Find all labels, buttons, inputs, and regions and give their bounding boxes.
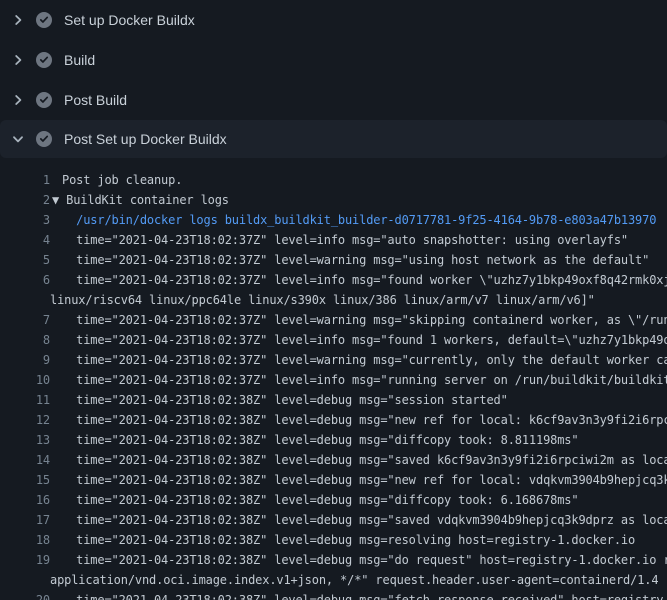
check-circle-icon [36, 52, 52, 68]
log-line[interactable]: 8 time="2021-04-23T18:02:37Z" level=info… [0, 330, 667, 350]
log-line-number[interactable]: 7 [0, 310, 50, 330]
log-line-number[interactable]: 5 [0, 250, 50, 270]
log-line[interactable]: 16 time="2021-04-23T18:02:38Z" level=deb… [0, 490, 667, 510]
check-circle-icon [36, 92, 52, 108]
log-line[interactable]: 11 time="2021-04-23T18:02:38Z" level=deb… [0, 390, 667, 410]
log-line[interactable]: 19 time="2021-04-23T18:02:38Z" level=deb… [0, 550, 667, 570]
step-row-build[interactable]: Build [0, 40, 667, 80]
log-line[interactable]: 15 time="2021-04-23T18:02:38Z" level=deb… [0, 470, 667, 490]
log-line-text: time="2021-04-23T18:02:37Z" level=info m… [62, 270, 667, 290]
log-line-number[interactable] [0, 290, 50, 310]
log-line[interactable]: 7 time="2021-04-23T18:02:37Z" level=warn… [0, 310, 667, 330]
chevron-down-icon[interactable] [10, 131, 26, 147]
chevron-right-icon[interactable] [10, 52, 26, 68]
log-line-text: time="2021-04-23T18:02:38Z" level=debug … [62, 450, 667, 470]
log-line[interactable]: 12 time="2021-04-23T18:02:38Z" level=deb… [0, 410, 667, 430]
log-line-number[interactable]: 3 [0, 210, 50, 230]
step-label: Post Set up Docker Buildx [64, 131, 227, 147]
log-line-number[interactable]: 4 [0, 230, 50, 250]
log-line-number[interactable]: 8 [0, 330, 50, 350]
log-line-number[interactable]: 12 [0, 410, 50, 430]
log-line-number[interactable]: 18 [0, 530, 50, 550]
check-circle-icon [36, 12, 52, 28]
log-line[interactable]: 18 time="2021-04-23T18:02:38Z" level=deb… [0, 530, 667, 550]
log-line-number[interactable]: 14 [0, 450, 50, 470]
step-row-set-up-docker-buildx[interactable]: Set up Docker Buildx [0, 0, 667, 40]
step-label: Set up Docker Buildx [64, 12, 195, 28]
log-line-text: time="2021-04-23T18:02:38Z" level=debug … [62, 530, 635, 550]
log-line-text: linux/riscv64 linux/ppc64le linux/s390x … [50, 290, 595, 310]
log-line[interactable]: 5 time="2021-04-23T18:02:37Z" level=warn… [0, 250, 667, 270]
chevron-right-icon[interactable] [10, 12, 26, 28]
log-line[interactable]: 17 time="2021-04-23T18:02:38Z" level=deb… [0, 510, 667, 530]
chevron-right-icon[interactable] [10, 92, 26, 108]
log-line-text: time="2021-04-23T18:02:38Z" level=debug … [62, 470, 667, 490]
log-line-number[interactable]: 17 [0, 510, 50, 530]
log-line-text: time="2021-04-23T18:02:37Z" level=warnin… [62, 250, 649, 270]
log-line-number[interactable]: 13 [0, 430, 50, 450]
log-line-text: time="2021-04-23T18:02:37Z" level=info m… [62, 330, 667, 350]
log-viewer: 1 Post job cleanup. 2 ▼ BuildKit contain… [0, 158, 667, 600]
log-line-number[interactable]: 15 [0, 470, 50, 490]
step-row-post-set-up-docker-buildx[interactable]: Post Set up Docker Buildx [0, 120, 667, 158]
log-line-text: time="2021-04-23T18:02:38Z" level=debug … [62, 550, 667, 570]
log-line-text: time="2021-04-23T18:02:37Z" level=info m… [62, 230, 628, 250]
check-circle-icon [36, 131, 52, 147]
log-line-text: time="2021-04-23T18:02:38Z" level=debug … [62, 490, 578, 510]
step-row-post-build[interactable]: Post Build [0, 80, 667, 120]
log-line-number[interactable]: 11 [0, 390, 50, 410]
log-line-number[interactable]: 20 [0, 590, 50, 600]
log-line-text: time="2021-04-23T18:02:38Z" level=debug … [62, 410, 667, 430]
log-line[interactable]: 13 time="2021-04-23T18:02:38Z" level=deb… [0, 430, 667, 450]
step-label: Build [64, 52, 95, 68]
log-group-header[interactable]: 2 ▼ BuildKit container logs [0, 190, 667, 210]
log-line-text: application/vnd.oci.image.index.v1+json,… [50, 570, 658, 590]
log-line-text: time="2021-04-23T18:02:38Z" level=debug … [62, 590, 667, 600]
log-line-text: time="2021-04-23T18:02:37Z" level=warnin… [62, 310, 667, 330]
log-line-text: time="2021-04-23T18:02:37Z" level=info m… [62, 370, 667, 390]
log-line-text: time="2021-04-23T18:02:37Z" level=warnin… [62, 350, 667, 370]
log-line[interactable]: 10 time="2021-04-23T18:02:37Z" level=inf… [0, 370, 667, 390]
log-line[interactable]: 6 time="2021-04-23T18:02:37Z" level=info… [0, 270, 667, 290]
step-label: Post Build [64, 92, 127, 108]
log-line[interactable]: 4 time="2021-04-23T18:02:37Z" level=info… [0, 230, 667, 250]
log-line[interactable]: 14 time="2021-04-23T18:02:38Z" level=deb… [0, 450, 667, 470]
log-line-number[interactable]: 2 [0, 190, 50, 210]
log-line-number[interactable]: 1 [0, 170, 50, 190]
log-line-number[interactable]: 19 [0, 550, 50, 570]
log-line-number[interactable]: 6 [0, 270, 50, 290]
log-line-wrap-continuation[interactable]: application/vnd.oci.image.index.v1+json,… [0, 570, 667, 590]
job-steps-list: Set up Docker Buildx Build P [0, 0, 667, 158]
log-line-number[interactable]: 16 [0, 490, 50, 510]
log-line-text: Post job cleanup. [62, 170, 182, 190]
log-line-number[interactable]: 9 [0, 350, 50, 370]
log-line[interactable]: 20 time="2021-04-23T18:02:38Z" level=deb… [0, 590, 667, 600]
log-line-command[interactable]: 3 /usr/bin/docker logs buildx_buildkit_b… [0, 210, 667, 230]
log-line-number[interactable]: 10 [0, 370, 50, 390]
log-line-text: time="2021-04-23T18:02:38Z" level=debug … [62, 390, 508, 410]
log-line[interactable]: 1 Post job cleanup. [0, 170, 667, 190]
log-line-text: time="2021-04-23T18:02:38Z" level=debug … [62, 510, 667, 530]
log-line[interactable]: 9 time="2021-04-23T18:02:37Z" level=warn… [0, 350, 667, 370]
log-line-wrap-continuation[interactable]: linux/riscv64 linux/ppc64le linux/s390x … [0, 290, 667, 310]
log-line-text: /usr/bin/docker logs buildx_buildkit_bui… [62, 210, 656, 230]
log-line-number[interactable] [0, 570, 50, 590]
log-line-text: time="2021-04-23T18:02:38Z" level=debug … [62, 430, 578, 450]
log-line-text: ▼ BuildKit container logs [52, 190, 229, 210]
